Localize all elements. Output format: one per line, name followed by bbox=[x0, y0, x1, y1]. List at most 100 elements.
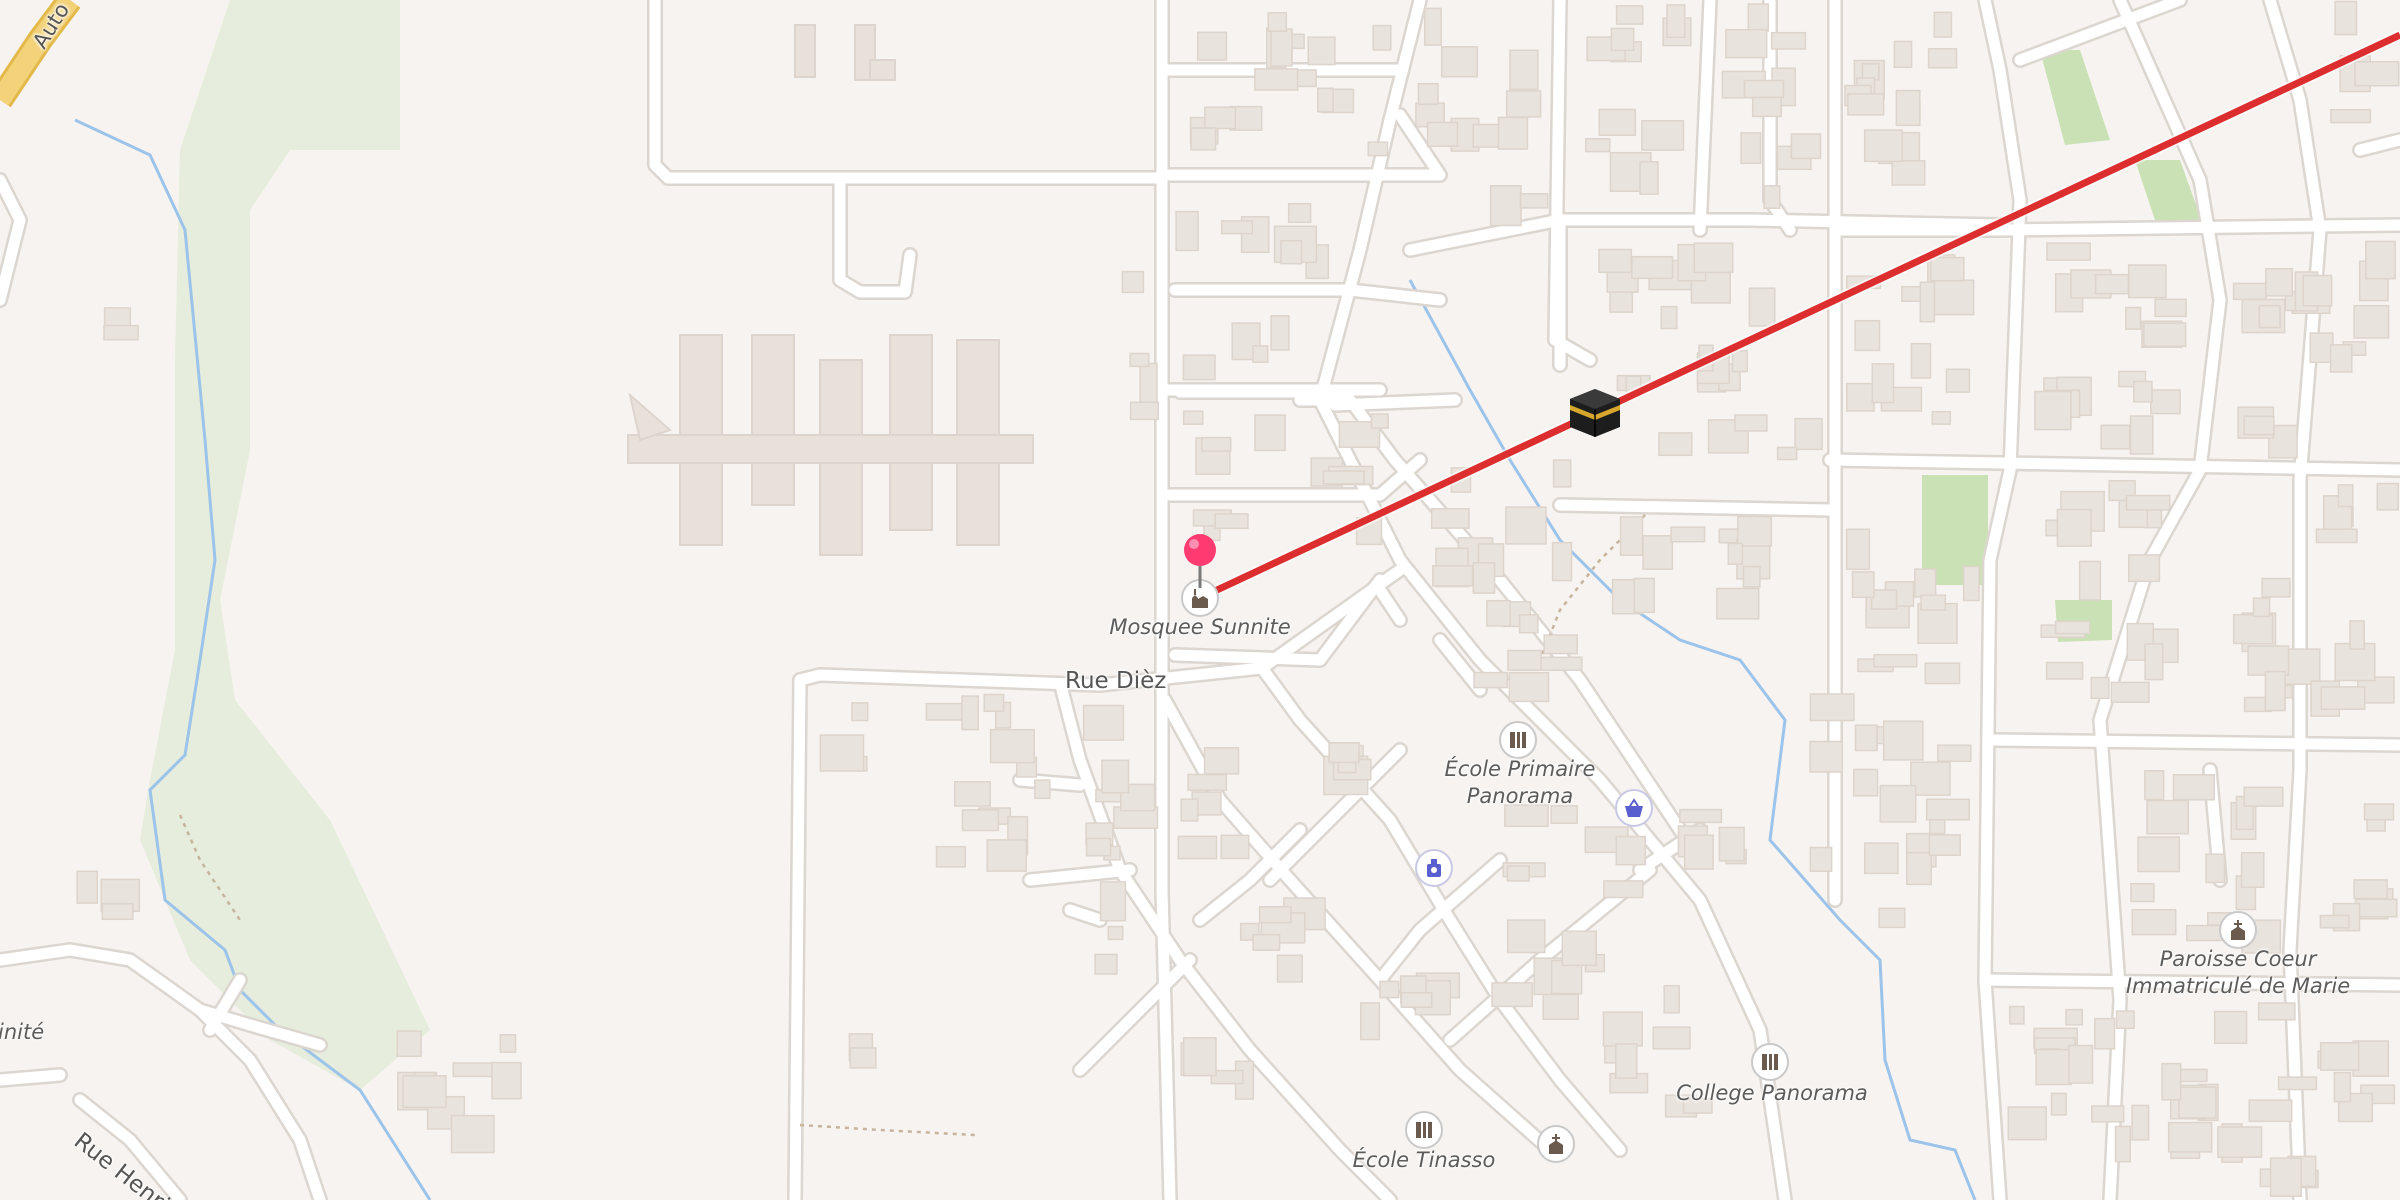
building bbox=[1082, 704, 1125, 741]
building bbox=[1486, 599, 1511, 627]
building bbox=[1776, 446, 1798, 461]
building bbox=[2091, 1105, 2125, 1123]
poi-mosquee-sunnite-label[interactable]: Mosquee Sunnite bbox=[1109, 614, 1290, 641]
building bbox=[2309, 332, 2334, 364]
building bbox=[2264, 670, 2286, 712]
building bbox=[1670, 526, 1706, 543]
building bbox=[2354, 898, 2398, 918]
building bbox=[1743, 79, 1785, 99]
building bbox=[1747, 3, 1770, 32]
building bbox=[1891, 160, 1926, 186]
building bbox=[819, 734, 865, 772]
building bbox=[1854, 319, 1881, 352]
building bbox=[2330, 108, 2372, 124]
building bbox=[1472, 562, 1496, 594]
building bbox=[1716, 587, 1760, 620]
building bbox=[2144, 643, 2164, 681]
poi-ecole-tinasso-label[interactable]: École Tinasso bbox=[1353, 1147, 1496, 1174]
school-icon[interactable] bbox=[1405, 1111, 1443, 1149]
building bbox=[1204, 106, 1237, 130]
building bbox=[2349, 620, 2365, 650]
building bbox=[2143, 322, 2187, 348]
building bbox=[2232, 282, 2267, 301]
building bbox=[1929, 279, 1975, 316]
building bbox=[1602, 1011, 1643, 1047]
building bbox=[1220, 834, 1250, 860]
building bbox=[1270, 28, 1293, 67]
building bbox=[1552, 459, 1572, 488]
building bbox=[2217, 1126, 2263, 1158]
building bbox=[1561, 930, 1597, 967]
building bbox=[1101, 759, 1130, 794]
building bbox=[2258, 304, 2281, 329]
building bbox=[1679, 808, 1723, 824]
building bbox=[2240, 851, 2265, 888]
building bbox=[1639, 161, 1659, 195]
building bbox=[1794, 417, 1823, 451]
building bbox=[2100, 424, 2131, 450]
building bbox=[1846, 382, 1875, 412]
building bbox=[1845, 528, 1871, 571]
building bbox=[1906, 851, 1932, 886]
building bbox=[2045, 661, 2084, 680]
building bbox=[986, 839, 1027, 872]
school-icon[interactable] bbox=[1751, 1043, 1789, 1081]
building bbox=[2144, 770, 2165, 801]
building bbox=[101, 903, 134, 921]
cosmetics-icon[interactable] bbox=[1415, 849, 1453, 887]
building bbox=[849, 1047, 877, 1069]
building bbox=[1633, 577, 1655, 614]
building bbox=[1426, 121, 1459, 147]
map-view[interactable]: Rue Dièz Rue Henri Auto inité Mosquee Su… bbox=[0, 0, 2400, 1200]
building bbox=[1945, 368, 1971, 393]
building bbox=[1316, 87, 1334, 113]
building bbox=[1252, 933, 1281, 951]
building bbox=[1666, 4, 1686, 39]
school-icon[interactable] bbox=[1499, 721, 1537, 759]
building bbox=[1182, 354, 1216, 381]
kaaba-icon[interactable] bbox=[1566, 383, 1624, 445]
building bbox=[396, 1030, 422, 1058]
building bbox=[1847, 93, 1885, 116]
building bbox=[1276, 954, 1303, 983]
building bbox=[1930, 256, 1965, 282]
street-rue-diez: Rue Dièz bbox=[1065, 668, 1167, 694]
building bbox=[2247, 645, 2290, 676]
building bbox=[851, 702, 869, 722]
poi-college-panorama-label[interactable]: College Panorama bbox=[1676, 1080, 1868, 1107]
building bbox=[2333, 1071, 2352, 1103]
building bbox=[1598, 108, 1637, 136]
shopping-basket-icon[interactable] bbox=[1615, 789, 1653, 827]
building bbox=[1910, 761, 1951, 796]
building bbox=[1658, 432, 1693, 457]
building bbox=[1203, 747, 1240, 775]
map-pin-icon[interactable] bbox=[1180, 532, 1220, 592]
label-trinite-partial: inité bbox=[0, 1020, 45, 1044]
building bbox=[1734, 414, 1768, 432]
poi-ecole-primaire-panorama-label[interactable]: École Primaire Panorama bbox=[1445, 756, 1596, 810]
building bbox=[1099, 881, 1127, 922]
building bbox=[2353, 304, 2390, 339]
building bbox=[1809, 740, 1844, 773]
church-icon[interactable] bbox=[2219, 911, 2257, 949]
building bbox=[1280, 239, 1303, 265]
building bbox=[1201, 436, 1232, 452]
building bbox=[1895, 89, 1921, 127]
church-icon[interactable] bbox=[1537, 1125, 1575, 1163]
building bbox=[1542, 990, 1579, 1021]
building bbox=[1610, 27, 1635, 52]
poi-paroisse-label[interactable]: Paroisse Coeur Immatriculé de Marie bbox=[2126, 946, 2350, 1000]
building bbox=[1882, 720, 1924, 761]
building bbox=[1432, 565, 1474, 587]
building bbox=[2315, 528, 2358, 544]
building bbox=[1551, 541, 1573, 582]
building bbox=[1615, 835, 1646, 866]
building bbox=[2161, 1062, 2182, 1101]
building bbox=[1652, 1026, 1691, 1050]
building bbox=[2125, 494, 2171, 511]
building bbox=[1718, 826, 1745, 862]
building bbox=[1873, 653, 1918, 668]
building bbox=[1928, 834, 1961, 856]
building bbox=[2150, 389, 2181, 415]
building bbox=[2178, 1086, 2217, 1119]
